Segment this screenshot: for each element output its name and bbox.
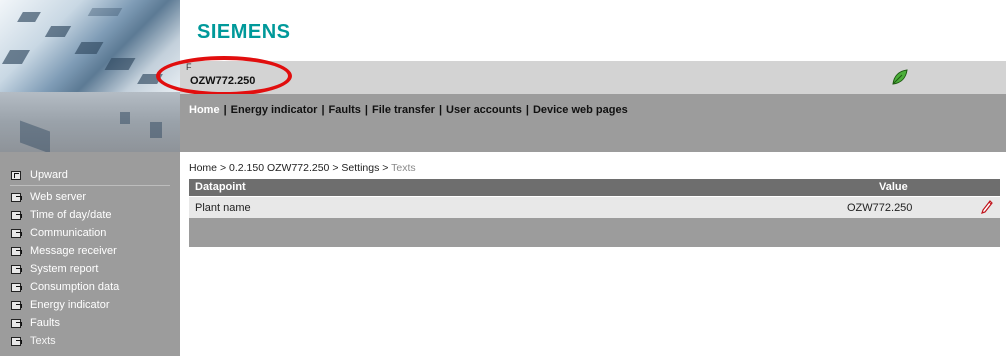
sidebar-item-label: Time of day/date <box>30 209 112 221</box>
sidebar-item-consumption-data[interactable]: Consumption data <box>0 278 180 296</box>
table-footer <box>189 218 1000 247</box>
breadcrumb-current: Texts <box>391 162 416 174</box>
sidebar-item-label: Consumption data <box>30 281 120 293</box>
page-link-icon <box>11 210 22 220</box>
siemens-logo: SIEMENS <box>197 21 291 43</box>
sidebar-item-label: Web server <box>30 191 87 203</box>
nav-device-web-pages[interactable]: Device web pages <box>533 104 628 116</box>
datapoint-value: OZW772.250 <box>847 202 913 214</box>
main-nav: Home | Energy indicator | Faults | File transf… <box>189 104 628 116</box>
sidebar-item-label: Faults <box>30 317 60 329</box>
nav-home[interactable]: Home <box>189 104 220 116</box>
device-header-bar: F OZW772.250 <box>180 61 1006 94</box>
sidebar-item-label: Energy indicator <box>30 299 110 311</box>
sidebar-item-upward[interactable]: Upward <box>0 166 180 184</box>
page-link-icon <box>11 318 22 328</box>
nav-user-accounts[interactable]: User accounts <box>446 104 522 116</box>
sidebar-item-label: Texts <box>30 335 56 347</box>
nav-faults[interactable]: Faults <box>329 104 361 116</box>
header-banner-image <box>0 0 180 152</box>
page-link-icon <box>11 282 22 292</box>
leaf-icon[interactable] <box>891 68 909 86</box>
page-link-icon <box>11 264 22 274</box>
upward-icon <box>11 170 21 180</box>
device-name: OZW772.250 <box>190 75 256 87</box>
sidebar-item-system-report[interactable]: System report <box>0 260 180 278</box>
page-link-icon <box>11 336 22 346</box>
table-row: Plant name OZW772.250 <box>189 197 1000 218</box>
sidebar-item-faults[interactable]: Faults <box>0 314 180 332</box>
breadcrumb-settings[interactable]: Settings <box>341 162 379 174</box>
page-link-icon <box>11 228 22 238</box>
sidebar: Upward Web server Time of day/date Commu… <box>0 152 180 356</box>
sidebar-item-energy-indicator[interactable]: Energy indicator <box>0 296 180 314</box>
page-link-icon <box>11 246 22 256</box>
banner-building-photo <box>0 0 180 92</box>
column-header-datapoint: Datapoint <box>195 181 246 193</box>
nav-file-transfer[interactable]: File transfer <box>372 104 435 116</box>
sidebar-item-label: Message receiver <box>30 245 117 257</box>
column-header-value: Value <box>879 181 908 193</box>
sidebar-divider <box>10 185 170 186</box>
edit-pencil-icon[interactable] <box>981 200 993 214</box>
sidebar-item-label: Upward <box>30 169 68 181</box>
sidebar-item-label: System report <box>30 263 99 275</box>
banner-building-lower <box>0 92 180 152</box>
datapoint-name: Plant name <box>195 202 251 214</box>
device-mark: F <box>186 62 192 72</box>
sidebar-item-label: Communication <box>30 227 107 239</box>
breadcrumb-home[interactable]: Home <box>189 162 217 174</box>
sidebar-item-message-receiver[interactable]: Message receiver <box>0 242 180 260</box>
breadcrumb-device[interactable]: 0.2.150 OZW772.250 <box>229 162 329 174</box>
sidebar-item-texts[interactable]: Texts <box>0 332 180 350</box>
sidebar-item-time-of-day-date[interactable]: Time of day/date <box>0 206 180 224</box>
sidebar-item-communication[interactable]: Communication <box>0 224 180 242</box>
sidebar-item-web-server[interactable]: Web server <box>0 188 180 206</box>
page-link-icon <box>11 192 22 202</box>
top-nav-bar: Home | Energy indicator | Faults | File transf… <box>180 94 1006 152</box>
table-header: Datapoint Value <box>189 179 1000 196</box>
page-link-icon <box>11 300 22 310</box>
breadcrumb: Home > 0.2.150 OZW772.250 > Settings > T… <box>189 162 416 174</box>
nav-energy-indicator[interactable]: Energy indicator <box>231 104 318 116</box>
